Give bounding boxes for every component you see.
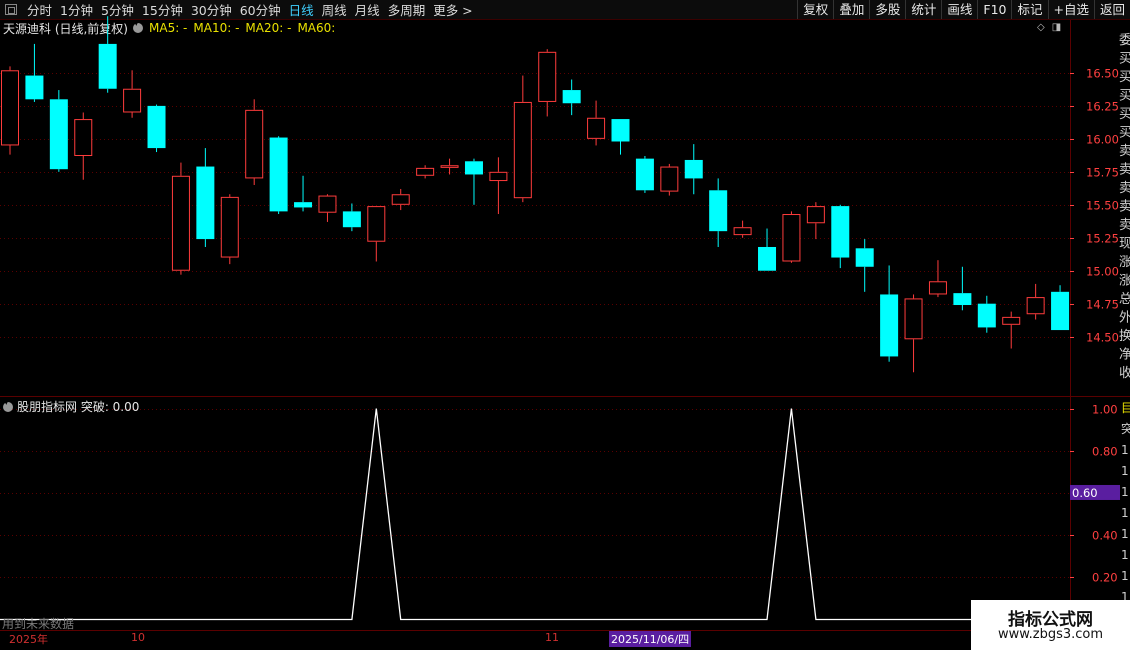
- candle-body: [391, 194, 410, 205]
- y-tick-label: 15.50: [1086, 199, 1119, 213]
- side-panel-char: 净: [1119, 348, 1130, 363]
- candle-body: [464, 161, 483, 175]
- y-tick-label: 14.50: [1086, 331, 1119, 345]
- date-label-nov: 11: [545, 631, 559, 644]
- candle-body: [294, 202, 313, 208]
- y-tick-label: 16.50: [1086, 67, 1119, 81]
- candle-body: [171, 175, 190, 271]
- side-panel-char: 收: [1119, 366, 1130, 381]
- side-panel-char: 涨: [1119, 255, 1130, 270]
- side-panel-char: 换: [1119, 329, 1130, 344]
- candle-body: [25, 75, 44, 100]
- candle-body: [928, 281, 947, 295]
- candle-body: [245, 109, 264, 179]
- candle-body: [269, 137, 288, 212]
- side-panel-char: 委: [1119, 33, 1130, 48]
- indicator-label: 股朋指标网 突破: 0.00: [17, 400, 140, 414]
- side-panel-char: 卖: [1119, 181, 1130, 196]
- candle-body: [831, 206, 850, 258]
- y-tick-label: 14.75: [1086, 298, 1119, 312]
- chevron-down-icon[interactable]: [3, 398, 13, 412]
- candle-body: [880, 294, 899, 357]
- y-tick-label: 0.40: [1092, 529, 1118, 543]
- candle-body: [1026, 297, 1045, 315]
- candle-body: [1002, 316, 1021, 325]
- side-panel-char: 买: [1119, 107, 1130, 122]
- candle-body: [538, 51, 557, 102]
- date-label-oct: 10: [131, 631, 145, 644]
- candle-body: [855, 248, 874, 267]
- side-panel-char: 卖: [1119, 144, 1130, 159]
- side-panel-char: 买: [1119, 89, 1130, 104]
- candle-body: [367, 206, 386, 242]
- y-tick-label: 0.80: [1092, 445, 1118, 459]
- candle-body: [733, 227, 752, 236]
- candle-body: [220, 196, 239, 258]
- candle-body: [635, 158, 654, 191]
- candle-body: [709, 190, 728, 232]
- side-panel-char: 目: [1121, 401, 1130, 415]
- side-panel-char: 1: [1121, 527, 1129, 541]
- candle-body: [440, 165, 459, 168]
- chart-canvas: 14.50 14.75 15.00 15.25 15.50 15.75 16.00 16.25…: [0, 16, 1130, 630]
- y-tick-label: 16.00: [1086, 133, 1119, 147]
- side-panel-char: 1: [1121, 485, 1129, 499]
- candle-body: [196, 166, 215, 240]
- side-panel-char: 1: [1121, 569, 1129, 583]
- candle-body: [1, 70, 19, 146]
- candle-body: [758, 246, 777, 271]
- candle-body: [587, 117, 606, 139]
- side-panel-char: 总: [1119, 292, 1130, 307]
- indicator-header: 股朋指标网 突破: 0.00: [3, 398, 139, 415]
- side-panel-char: 突: [1121, 421, 1130, 436]
- candle-body: [416, 167, 435, 176]
- candle-body: [123, 88, 142, 113]
- y-tick-label: 15.25: [1086, 232, 1119, 246]
- candle-body: [904, 298, 923, 340]
- watermark-logo: 指标公式网 www.zbgs3.com: [971, 600, 1130, 650]
- candle-body: [98, 43, 117, 89]
- side-panel-char: 卖: [1119, 163, 1130, 178]
- indicator-line: [0, 408, 1070, 621]
- candle-body: [660, 166, 679, 192]
- side-panel-char: 买: [1119, 70, 1130, 85]
- candle-body: [953, 293, 972, 306]
- side-panel-char: 1: [1121, 548, 1129, 562]
- side-panel-char: 买: [1119, 126, 1130, 141]
- current-date-tag: 2025/11/06/四: [609, 631, 692, 647]
- side-panel-char: 1: [1121, 464, 1129, 478]
- y-tick-label: 15.75: [1086, 166, 1119, 180]
- candle-body: [489, 171, 508, 182]
- watermark-url: www.zbgs3.com: [997, 627, 1104, 642]
- y-tick-label: 1.00: [1092, 403, 1118, 417]
- candle-body: [513, 101, 532, 199]
- candle-body: [611, 119, 630, 142]
- side-panel-char: 卖: [1119, 200, 1130, 215]
- side-panel-char: 卖: [1119, 218, 1130, 233]
- side-panel-char: 外: [1119, 311, 1130, 326]
- candle-body: [782, 214, 801, 262]
- date-label-year: 2025年: [9, 633, 48, 646]
- side-panel-char: 涨: [1119, 274, 1130, 289]
- candle-body: [147, 105, 166, 149]
- candle-body: [49, 99, 68, 170]
- candle-body: [977, 303, 996, 328]
- side-panel-char: 1: [1121, 506, 1129, 520]
- candle-body: [318, 195, 337, 213]
- candle-body: [684, 159, 703, 179]
- y-tick-label: 0.20: [1092, 571, 1118, 585]
- y-tick-label: 16.25: [1086, 100, 1119, 114]
- candle-body: [1051, 291, 1070, 331]
- side-panel-char: 买: [1119, 52, 1130, 67]
- date-axis: 2025年 10 11 2025/11/06/四: [0, 630, 1070, 647]
- candle-body: [74, 119, 93, 156]
- candle-body: [342, 211, 361, 228]
- candle-body: [562, 90, 581, 104]
- side-panel-char: 现: [1119, 237, 1130, 252]
- y-tick-label: 15.00: [1086, 265, 1119, 279]
- value-marker-label: 0.60: [1072, 486, 1098, 500]
- candle-body: [806, 206, 825, 224]
- side-panel-char: 1: [1121, 443, 1129, 457]
